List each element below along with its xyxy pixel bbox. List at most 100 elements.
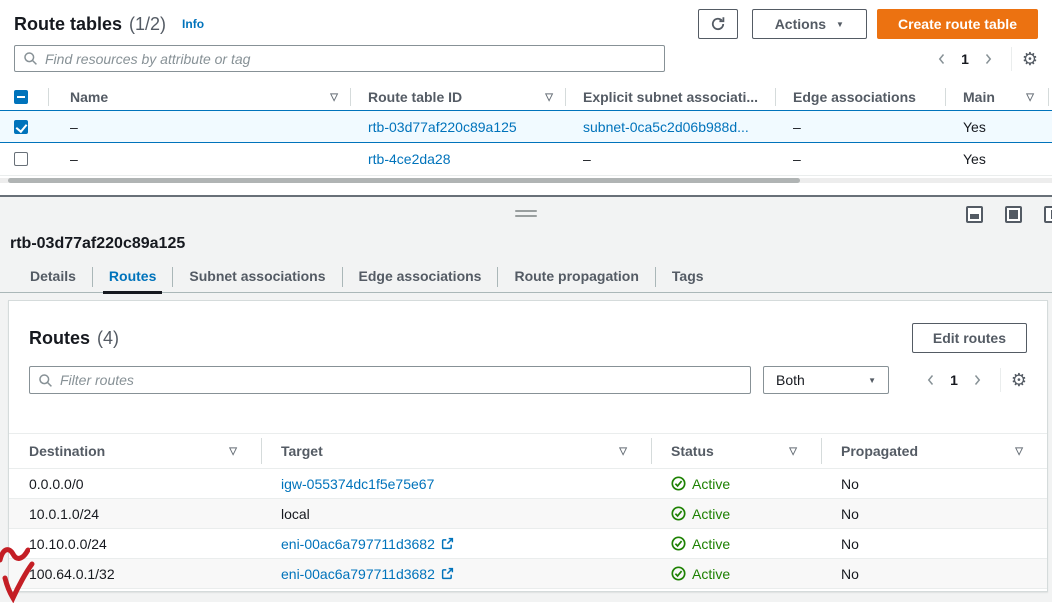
scrollbar-thumb[interactable] — [8, 178, 800, 183]
detail-tabs: Details Routes Subnet associations Edge … — [0, 261, 1052, 293]
actions-button[interactable]: Actions ▼ — [752, 9, 867, 39]
settings-gear-icon[interactable]: ⚙ — [1022, 50, 1038, 68]
propagated-cell: No — [821, 529, 1047, 558]
panel-position-fullscreen-icon[interactable] — [1005, 206, 1022, 223]
select-all-checkbox[interactable] — [14, 90, 28, 104]
external-link-icon[interactable] — [441, 567, 454, 580]
routes-filter[interactable] — [29, 366, 751, 394]
tab-subnet-associations[interactable]: Subnet associations — [173, 261, 341, 293]
route-row: 0.0.0.0/0 igw-055374dc1f5e75e67 Active N… — [9, 469, 1047, 499]
column-header-status[interactable]: Status ▽ — [651, 434, 821, 468]
routes-title: Routes — [29, 328, 90, 349]
column-header-route-table-id[interactable]: Route table ID ▽ — [350, 84, 565, 110]
prev-page-icon[interactable] — [929, 46, 955, 72]
caret-down-icon: ▼ — [836, 20, 844, 29]
target-link[interactable]: igw-055374dc1f5e75e67 — [281, 476, 434, 492]
route-row: 10.0.1.0/24 local Active No — [9, 499, 1047, 529]
active-status-icon — [671, 536, 686, 551]
split-panel-drag-handle[interactable] — [515, 210, 537, 220]
column-header-explicit-subnet[interactable]: Explicit subnet associati... — [565, 84, 775, 110]
tab-route-propagation[interactable]: Route propagation — [498, 261, 654, 293]
status-text: Active — [692, 506, 730, 522]
tab-tags[interactable]: Tags — [656, 261, 720, 293]
row-checkbox[interactable] — [14, 152, 28, 166]
panel-position-side-icon[interactable] — [1044, 206, 1052, 223]
external-link-icon[interactable] — [441, 537, 454, 550]
routes-card: Routes (4) Edit routes Both ▼ — [8, 300, 1048, 592]
route-row: 100.64.0.1/32 eni-00ac6a797711d3682 Acti… — [9, 559, 1047, 589]
next-page-icon[interactable] — [964, 367, 990, 393]
column-header-name[interactable]: Name ▽ — [48, 84, 350, 110]
tab-edge-associations[interactable]: Edge associations — [343, 261, 498, 293]
column-header-propagated[interactable]: Propagated ▽ — [821, 434, 1047, 468]
status-text: Active — [692, 566, 730, 582]
propagated-cell: No — [821, 499, 1047, 528]
sort-icon: ▽ — [545, 92, 565, 103]
detail-heading: rtb-03d77af220c89a125 — [10, 235, 1052, 253]
search-icon — [23, 51, 38, 66]
sort-icon: ▽ — [229, 446, 261, 457]
active-status-icon — [671, 566, 686, 581]
edge-cell: – — [775, 143, 945, 175]
tab-details[interactable]: Details — [14, 261, 92, 293]
search-input[interactable] — [45, 51, 656, 67]
select-value: Both — [776, 372, 805, 388]
divider — [1011, 47, 1012, 71]
route-table-id-link[interactable]: rtb-4ce2da28 — [368, 151, 451, 167]
routes-filter-select[interactable]: Both ▼ — [763, 366, 889, 394]
caret-down-icon: ▼ — [868, 376, 876, 385]
horizontal-scrollbar — [0, 178, 1052, 183]
routes-header-row: Destination ▽ Target ▽ Status ▽ Propagat… — [9, 433, 1047, 469]
divider — [1000, 368, 1001, 392]
info-link[interactable]: Info — [182, 17, 204, 31]
subnet-cell: – — [565, 143, 775, 175]
page-number: 1 — [944, 372, 964, 388]
propagated-cell: No — [821, 469, 1047, 498]
destination-cell: 0.0.0.0/0 — [9, 469, 261, 498]
search-toolbar: 1 ⚙ — [0, 39, 1052, 72]
page-title: Route tables — [14, 14, 122, 35]
target-link[interactable]: eni-00ac6a797711d3682 — [281, 566, 435, 582]
split-panel: rtb-03d77af220c89a125 Details Routes Sub… — [0, 197, 1052, 602]
propagated-cell: No — [821, 559, 1047, 588]
active-status-icon — [671, 476, 686, 491]
main-cell: Yes — [945, 143, 1052, 175]
column-header-target[interactable]: Target ▽ — [261, 434, 651, 468]
actions-label: Actions — [775, 16, 826, 32]
select-all-checkbox-cell — [0, 84, 48, 110]
edit-routes-button[interactable]: Edit routes — [912, 323, 1027, 353]
active-status-icon — [671, 506, 686, 521]
resource-search[interactable] — [14, 45, 665, 72]
table-row: – rtb-03d77af220c89a125 subnet-0ca5c2d06… — [0, 110, 1052, 143]
column-header-main[interactable]: Main ▽ — [945, 84, 1052, 110]
routes-pagination: 1 — [918, 367, 990, 393]
search-icon — [38, 373, 53, 388]
tab-routes[interactable]: Routes — [93, 261, 172, 293]
routes-filter-input[interactable] — [60, 372, 742, 388]
column-header-destination[interactable]: Destination ▽ — [9, 434, 261, 468]
resource-count: (1/2) — [129, 14, 166, 35]
route-table-id-link[interactable]: rtb-03d77af220c89a125 — [368, 119, 517, 135]
route-row: 10.10.0.0/24 eni-00ac6a797711d3682 Activ… — [9, 529, 1047, 559]
destination-cell: 100.64.0.1/32 — [9, 559, 261, 588]
create-route-table-button[interactable]: Create route table — [877, 9, 1038, 39]
create-label: Create route table — [898, 16, 1017, 32]
pagination: 1 — [929, 46, 1001, 72]
next-page-icon[interactable] — [975, 46, 1001, 72]
row-checkbox[interactable] — [14, 120, 28, 134]
main-cell: Yes — [945, 111, 1052, 142]
sort-icon: ▽ — [789, 446, 821, 457]
name-cell: – — [48, 111, 350, 142]
status-text: Active — [692, 536, 730, 552]
name-cell: – — [48, 143, 350, 175]
subnet-association-link[interactable]: subnet-0ca5c2d06b988d... — [583, 119, 749, 135]
settings-gear-icon[interactable]: ⚙ — [1011, 371, 1027, 389]
panel-position-bottom-icon[interactable] — [966, 206, 983, 223]
prev-page-icon[interactable] — [918, 367, 944, 393]
route-tables-header-row: Name ▽ Route table ID ▽ Explicit subnet … — [0, 84, 1052, 110]
sort-icon: ▽ — [330, 92, 350, 103]
target-link[interactable]: eni-00ac6a797711d3682 — [281, 536, 435, 552]
refresh-button[interactable] — [698, 9, 738, 39]
sort-icon: ▽ — [1026, 92, 1052, 103]
column-header-edge-associations[interactable]: Edge associations — [775, 84, 945, 110]
